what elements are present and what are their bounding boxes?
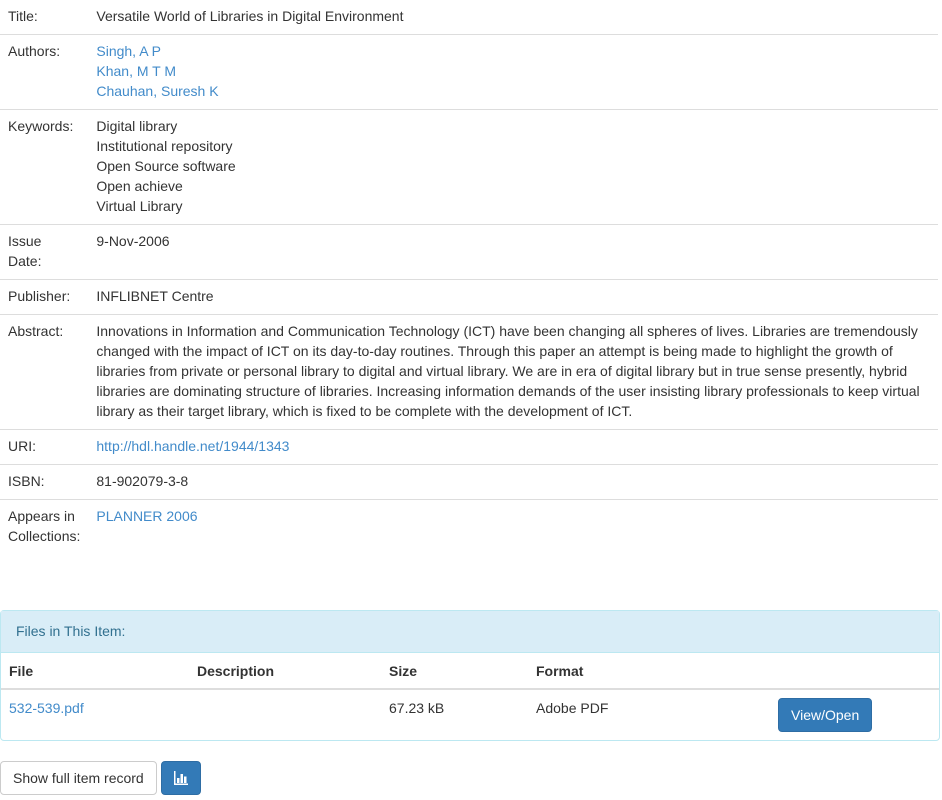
files-table-header: File Description Size Format xyxy=(1,653,939,690)
file-link[interactable]: 532-539.pdf xyxy=(9,700,84,716)
uri-link[interactable]: http://hdl.handle.net/1944/1343 xyxy=(96,438,289,454)
abstract-text: Innovations in Information and Communica… xyxy=(88,314,938,430)
author-link[interactable]: Chauhan, Suresh K xyxy=(96,81,930,101)
keyword: Digital library xyxy=(96,118,178,134)
keyword: Open Source software xyxy=(96,158,236,174)
table-row: 532-539.pdf 67.23 kB Adobe PDF View/Open xyxy=(1,689,939,740)
files-table: File Description Size Format 532-539.pdf… xyxy=(1,653,939,740)
view-open-button[interactable]: View/Open xyxy=(778,698,873,732)
uri-label: URI: xyxy=(0,429,89,465)
file-description xyxy=(189,689,381,740)
metadata-row-uri: URI: http://hdl.handle.net/1944/1343 xyxy=(0,429,938,465)
bar-chart-icon xyxy=(174,771,188,785)
metadata-row-collections: Appears in Collections: PLANNER 2006 xyxy=(0,499,938,554)
author-link[interactable]: Singh, A P xyxy=(96,41,930,61)
authors-label: Authors: xyxy=(0,34,89,110)
column-header-format: Format xyxy=(528,653,770,690)
column-header-action xyxy=(770,653,939,690)
statistics-button[interactable] xyxy=(161,761,201,795)
column-header-size: Size xyxy=(381,653,528,690)
issue-date: 9-Nov-2006 xyxy=(88,224,938,280)
metadata-row-title: Title: Versatile World of Libraries in D… xyxy=(0,0,938,35)
publisher: INFLIBNET Centre xyxy=(88,279,938,315)
metadata-row-keywords: Keywords: Digital library Institutional … xyxy=(0,109,938,225)
metadata-row-issue-date: Issue Date: 9-Nov-2006 xyxy=(0,224,938,280)
collection-link[interactable]: PLANNER 2006 xyxy=(96,508,197,524)
abstract-label: Abstract: xyxy=(0,314,89,430)
show-full-record-button[interactable]: Show full item record xyxy=(0,761,157,795)
column-header-description: Description xyxy=(189,653,381,690)
author-link[interactable]: Khan, M T M xyxy=(96,61,930,81)
keyword: Virtual Library xyxy=(96,198,183,214)
metadata-row-abstract: Abstract: Innovations in Information and… xyxy=(0,314,938,430)
item-title: Versatile World of Libraries in Digital … xyxy=(96,8,404,24)
column-header-file: File xyxy=(1,653,189,690)
publisher-label: Publisher: xyxy=(0,279,89,315)
file-size: 67.23 kB xyxy=(389,700,445,716)
files-panel-heading: Files in This Item: xyxy=(1,611,939,653)
title-label: Title: xyxy=(8,8,38,24)
file-format: Adobe PDF xyxy=(536,700,609,716)
item-metadata-table: Title: Versatile World of Libraries in D… xyxy=(0,0,938,554)
metadata-row-publisher: Publisher: INFLIBNET Centre xyxy=(0,279,938,315)
metadata-row-authors: Authors: Singh, A P Khan, M T M Chauhan,… xyxy=(0,34,938,110)
isbn-label: ISBN: xyxy=(0,464,89,500)
keyword: Open achieve xyxy=(96,178,183,194)
keywords-label: Keywords: xyxy=(0,109,89,225)
files-panel: Files in This Item: File Description Siz… xyxy=(0,610,940,741)
issue-date-label: Issue Date: xyxy=(0,224,89,280)
keyword: Institutional repository xyxy=(96,138,233,154)
metadata-row-isbn: ISBN: 81-902079-3-8 xyxy=(0,464,938,500)
isbn: 81-902079-3-8 xyxy=(88,464,938,500)
collections-label: Appears in Collections: xyxy=(0,499,89,554)
